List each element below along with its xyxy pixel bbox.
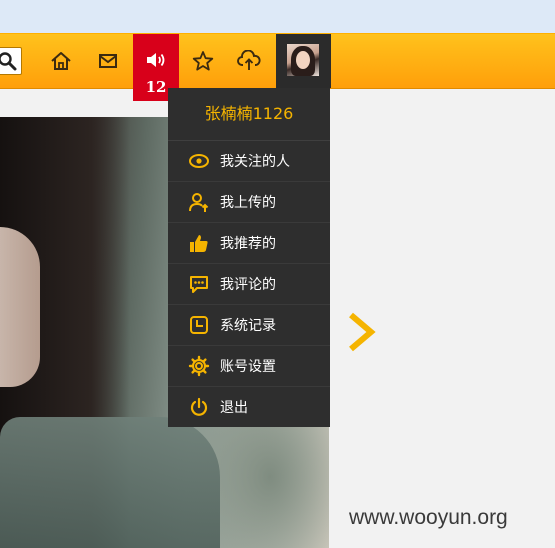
search-button[interactable] — [0, 47, 22, 75]
clock-log-icon — [188, 314, 210, 336]
favorites-button[interactable] — [180, 34, 226, 88]
menu-item-label: 我上传的 — [220, 195, 276, 211]
mail-icon — [99, 54, 117, 68]
menu-item-system-log[interactable]: 系统记录 — [168, 305, 330, 346]
thumbs-up-icon — [188, 232, 210, 254]
watermark-text: www.wooyun.org — [349, 506, 508, 529]
eye-icon — [188, 150, 210, 172]
avatar — [287, 44, 319, 76]
star-icon — [192, 51, 214, 71]
menu-item-label: 我推荐的 — [220, 236, 276, 252]
menu-username[interactable]: 张楠楠1126 — [168, 88, 330, 141]
menu-item-account-settings[interactable]: 账号设置 — [168, 346, 330, 387]
search-icon — [0, 52, 17, 71]
upload-button[interactable] — [226, 34, 272, 88]
power-icon — [188, 396, 210, 418]
menu-item-uploads[interactable]: 我上传的 — [168, 182, 330, 223]
speaker-icon — [147, 53, 165, 67]
menu-item-label: 账号设置 — [220, 359, 276, 375]
user-menu-toggle[interactable] — [276, 34, 331, 88]
user-upload-icon — [188, 191, 210, 213]
messages-button[interactable] — [85, 34, 131, 88]
menu-item-comments[interactable]: 我评论的 — [168, 264, 330, 305]
browser-chrome-strip — [0, 0, 555, 33]
menu-item-label: 退出 — [220, 400, 248, 416]
comment-icon — [188, 273, 210, 295]
gear-icon — [188, 355, 210, 377]
next-image-button[interactable] — [346, 312, 378, 356]
menu-item-recommended[interactable]: 我推荐的 — [168, 223, 330, 264]
user-dropdown-menu: 张楠楠1126 我关注的人 我上传的 我推荐的 我评论的 系统记录 账号设置 退… — [168, 88, 330, 427]
menu-item-following[interactable]: 我关注的人 — [168, 141, 330, 182]
upload-cloud-icon — [237, 50, 261, 70]
home-icon — [51, 52, 71, 70]
menu-item-label: 我关注的人 — [220, 154, 290, 170]
top-navigation-bar: 12 — [0, 33, 555, 101]
menu-item-logout[interactable]: 退出 — [168, 387, 330, 427]
menu-item-label: 我评论的 — [220, 277, 276, 293]
chevron-right-icon — [349, 312, 376, 352]
menu-item-label: 系统记录 — [220, 318, 276, 334]
home-button[interactable] — [38, 34, 84, 88]
